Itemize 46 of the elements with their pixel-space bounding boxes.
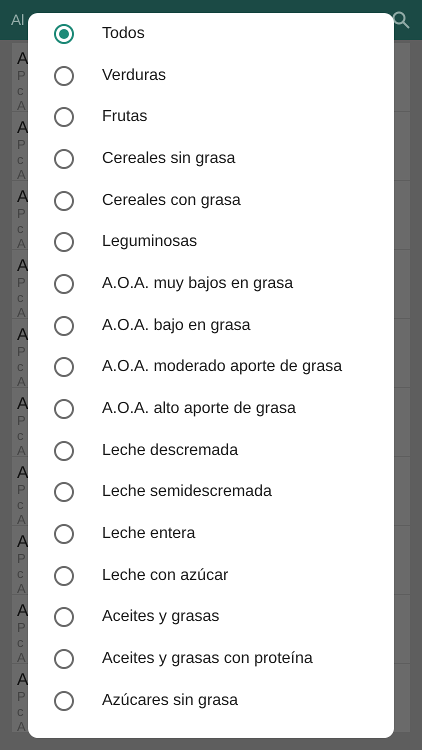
option-label[interactable]: Leche descremada [102, 442, 352, 460]
radio-button[interactable] [54, 440, 74, 461]
option-label[interactable]: Leche con azúcar [102, 566, 352, 585]
app-title: Al [11, 12, 24, 28]
radio-button[interactable] [54, 107, 74, 128]
option-label[interactable]: Leguminosas [102, 233, 352, 252]
radio-button[interactable] [54, 190, 74, 211]
option-label[interactable]: Todos [102, 24, 352, 43]
option-label[interactable]: Verduras [102, 66, 352, 85]
radio-button[interactable] [54, 357, 74, 378]
food-title: A [17, 670, 28, 689]
food-title: A [17, 256, 28, 275]
food-title: A [17, 532, 28, 551]
option-label[interactable]: Azúcares sin grasa [102, 692, 352, 710]
radio-button[interactable] [54, 24, 74, 44]
food-title: A [17, 49, 28, 68]
option-label[interactable]: Aceites y grasas con proteína [102, 650, 352, 668]
radio-button[interactable] [54, 607, 74, 628]
food-title: A [17, 187, 28, 206]
radio-button[interactable] [54, 524, 74, 544]
radio-button[interactable] [54, 566, 74, 586]
option-label[interactable]: Leche semidescremada [102, 483, 352, 502]
option-label[interactable]: A.O.A. bajo en grasa [102, 316, 352, 335]
option-label[interactable]: Cereales sin grasa [102, 150, 352, 168]
radio-button[interactable] [54, 148, 74, 169]
option-label[interactable]: Aceites y grasas [102, 608, 352, 626]
option-label[interactable]: A.O.A. moderado aporte de grasa [102, 358, 352, 376]
food-title: A [17, 325, 28, 344]
option-label[interactable]: Leche entera [102, 525, 352, 544]
food-title: A [17, 463, 28, 482]
option-label[interactable]: A.O.A. muy bajos en grasa [102, 274, 352, 293]
radio-button[interactable] [54, 399, 74, 420]
radio-button[interactable] [54, 232, 74, 252]
radio-button[interactable] [54, 649, 74, 670]
radio-button[interactable] [54, 274, 74, 294]
option-label[interactable]: Cereales con grasa [102, 192, 352, 210]
food-title: A [17, 601, 28, 620]
food-title: A [17, 394, 28, 413]
option-label[interactable]: Frutas [102, 108, 352, 126]
radio-button[interactable] [54, 482, 74, 502]
radio-button[interactable] [54, 690, 74, 711]
option-label[interactable]: A.O.A. alto aporte de grasa [102, 400, 352, 418]
radio-button[interactable] [54, 66, 74, 86]
radio-button[interactable] [54, 316, 74, 336]
food-title: A [17, 118, 28, 137]
search-icon[interactable] [392, 11, 410, 29]
